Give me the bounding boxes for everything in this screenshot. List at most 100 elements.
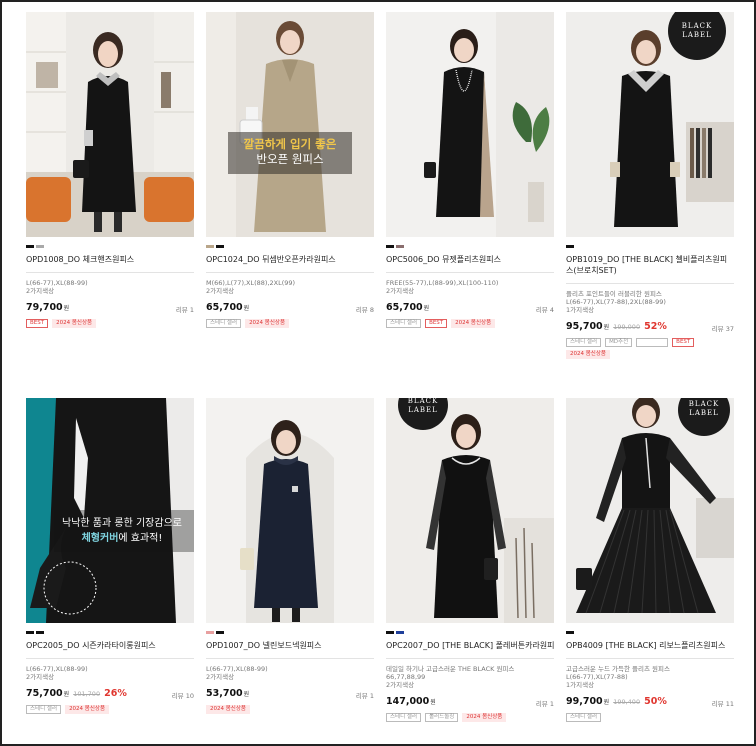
review-count[interactable]: 리뷰 10 bbox=[172, 690, 194, 700]
product-sizes: L(66-77),XL(88-99) bbox=[26, 665, 88, 673]
product-image[interactable] bbox=[206, 398, 374, 623]
new-season-badge: 2024 봄신상품 bbox=[566, 350, 610, 359]
product-colors: 2가지색상 bbox=[206, 673, 235, 681]
best-badge: BEST bbox=[672, 338, 695, 347]
product-sizes: FREE(55-77),L(88-99),XL(100-110) bbox=[386, 279, 499, 287]
divider bbox=[26, 658, 194, 659]
product-image[interactable]: 낙낙한 품과 롱한 기장감으로 체형커버에 효과적! bbox=[26, 398, 194, 623]
new-season-badge: 2024 봄신상품 bbox=[206, 705, 250, 714]
product-card[interactable]: 낙낙한 품과 롱한 기장감으로 체형커버에 효과적! OPC2005_DO 시즌… bbox=[26, 398, 194, 714]
steady-seller-badge: 스테디 셀러 bbox=[26, 705, 62, 714]
steady-seller-badge: 스테디 셀러 bbox=[386, 713, 422, 722]
product-colors: 1가지색상 bbox=[566, 681, 595, 689]
color-swatch bbox=[566, 631, 574, 634]
product-name[interactable]: OPB4009 [THE BLACK] 리보느플리츠원피스 bbox=[566, 640, 734, 651]
product-sizes: L(66-77),XL(88-99) bbox=[206, 665, 268, 673]
discount-rate: 52% bbox=[644, 321, 667, 332]
color-swatch bbox=[396, 245, 404, 248]
price-row: 65,700원 리뷰 4 bbox=[386, 302, 554, 314]
sale-price: 95,700원 bbox=[566, 321, 610, 332]
product-colors: 2가지색상 bbox=[26, 673, 55, 681]
product-card[interactable]: OPD1008_DO 체크핸즈원피스 L(66-77),XL(88-99) 2가… bbox=[26, 12, 194, 328]
color-swatch bbox=[216, 631, 224, 634]
sale-price: 99,700원 bbox=[566, 696, 610, 707]
product-card[interactable]: BLACK LABEL OPB4009 [THE BLACK] 리보느플리츠원피… bbox=[566, 398, 734, 722]
review-count[interactable]: 리뷰 1 bbox=[176, 304, 194, 314]
product-image[interactable]: BLACK LABEL bbox=[386, 398, 554, 623]
divider bbox=[26, 272, 194, 273]
product-image[interactable]: BLACK LABEL bbox=[566, 398, 734, 623]
divider bbox=[566, 283, 734, 284]
review-count[interactable]: 리뷰 11 bbox=[712, 698, 734, 708]
sale-price: 53,700원 bbox=[206, 688, 250, 699]
new-season-badge: 2024 봄신상품 bbox=[451, 319, 496, 328]
badge-list: 스테디 셀러 톨러드놀칭 2024 봄신상품 bbox=[386, 713, 554, 722]
steady-seller-badge: 스테디 셀러 bbox=[386, 319, 422, 328]
product-card[interactable]: 깔끔하게 입기 좋은 반오픈 원피스 OPC1024_DO 뒤셈반오픈카라원피스… bbox=[206, 12, 374, 328]
color-swatches bbox=[566, 245, 734, 248]
new-season-badge: 2024 봄신상품 bbox=[65, 705, 110, 714]
color-swatch bbox=[36, 631, 44, 634]
product-card[interactable]: OPD1007_DO 넬린보드넥원피스 L(66-77),XL(88-99) 2… bbox=[206, 398, 374, 714]
color-swatch bbox=[386, 245, 394, 248]
color-swatch bbox=[566, 245, 574, 248]
product-name[interactable]: OPC2005_DO 시즌카라타이롱원피스 bbox=[26, 640, 194, 651]
product-colors: 1가지색상 bbox=[566, 306, 595, 314]
badge-list: 스테디 셀러 BEST 2024 봄신상품 bbox=[386, 319, 554, 328]
color-swatches bbox=[206, 245, 374, 248]
sale-price: 65,700원 bbox=[386, 302, 430, 313]
color-swatch bbox=[216, 245, 224, 248]
product-name[interactable]: OPB1019_DO [THE BLACK] 첼비플리츠원피스(브로치SET) bbox=[566, 254, 734, 276]
color-swatches bbox=[26, 631, 194, 634]
best-badge: BEST bbox=[26, 319, 49, 328]
product-name[interactable]: OPD1007_DO 넬린보드넥원피스 bbox=[206, 640, 374, 651]
price-row: 53,700원 리뷰 1 bbox=[206, 688, 374, 700]
review-count[interactable]: 리뷰 4 bbox=[536, 304, 554, 314]
product-sizes: L(66-77),XL(77-88),2XL(88-99) bbox=[566, 298, 666, 306]
product-name[interactable]: OPC2007_DO [THE BLACK] 폴레버튼카라원피스 bbox=[386, 640, 554, 651]
color-swatch bbox=[206, 245, 214, 248]
md-pick-badge: MD추천 bbox=[605, 338, 633, 347]
badge-list: BEST 2024 봄신상품 bbox=[26, 319, 194, 328]
sale-price: 65,700원 bbox=[206, 302, 250, 313]
product-name[interactable]: OPC5006_DO 뮤젯플리츠원피스 bbox=[386, 254, 554, 265]
sale-price: 147,000원 bbox=[386, 696, 436, 707]
product-name[interactable]: OPD1008_DO 체크핸즈원피스 bbox=[26, 254, 194, 265]
review-count[interactable]: 리뷰 1 bbox=[356, 690, 374, 700]
product-description: 플리츠 포인트들이 러블리한 원피스 bbox=[566, 290, 662, 298]
product-colors: 2가지색상 bbox=[386, 287, 415, 295]
product-name[interactable]: OPC1024_DO 뒤셈반오픈카라원피스 bbox=[206, 254, 374, 265]
product-image[interactable]: BLACK LABEL bbox=[566, 12, 734, 237]
divider bbox=[206, 658, 374, 659]
original-price: 199,000 bbox=[613, 323, 641, 331]
color-swatch bbox=[396, 631, 404, 634]
color-swatch bbox=[26, 631, 34, 634]
product-card[interactable]: BLACK LABEL OPC2007_DO [THE BLACK] 폴레버튼카… bbox=[386, 398, 554, 722]
color-swatch bbox=[36, 245, 44, 248]
steady-seller-badge: 스테디 셀러 bbox=[206, 319, 242, 328]
review-count[interactable]: 리뷰 1 bbox=[536, 698, 554, 708]
color-swatch bbox=[26, 245, 34, 248]
divider bbox=[566, 658, 734, 659]
price-row: 79,700원 리뷰 1 bbox=[26, 302, 194, 314]
review-count[interactable]: 리뷰 37 bbox=[712, 323, 734, 333]
review-count[interactable]: 리뷰 8 bbox=[356, 304, 374, 314]
price-row: 95,700원 199,000 52% 리뷰 37 bbox=[566, 321, 734, 333]
promo-caption: 깔끔하게 입기 좋은 반오픈 원피스 bbox=[243, 137, 337, 166]
product-image[interactable]: 깔끔하게 입기 좋은 반오픈 원피스 bbox=[206, 12, 374, 237]
product-sizes: L(66-77),XL(77-88) bbox=[566, 673, 628, 681]
product-description: 고급스러운 누드 가득한 플리츠 원피스 bbox=[566, 665, 670, 673]
new-season-badge: 2024 봄신상품 bbox=[462, 713, 507, 722]
original-price: 199,400 bbox=[613, 698, 641, 706]
badge-list: 스테디 셀러 bbox=[566, 713, 734, 722]
color-swatches bbox=[26, 245, 194, 248]
product-image[interactable] bbox=[386, 12, 554, 237]
product-card[interactable]: OPC5006_DO 뮤젯플리츠원피스 FREE(55-77),L(88-99)… bbox=[386, 12, 554, 328]
product-sizes: 66,77,88,99 bbox=[386, 673, 426, 681]
product-card[interactable]: BLACK LABEL OPB1019_DO [THE BLACK] 첼비플리츠… bbox=[566, 12, 734, 359]
discount-rate: 50% bbox=[644, 696, 667, 707]
product-image[interactable] bbox=[26, 12, 194, 237]
best-badge: BEST bbox=[425, 319, 448, 328]
price-row: 147,000원 리뷰 1 bbox=[386, 696, 554, 708]
product-colors: 2가지색상 bbox=[206, 287, 235, 295]
